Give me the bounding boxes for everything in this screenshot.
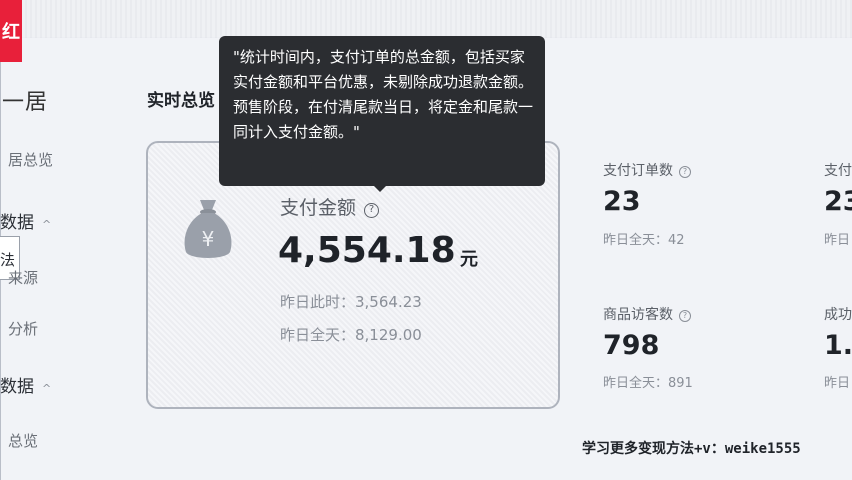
tooltip-arrow bbox=[373, 185, 387, 192]
metric-label-visitors: 商品访客数? bbox=[603, 304, 691, 324]
metric-sub-paid-truncated: 昨日 bbox=[824, 233, 851, 248]
metric-label-text: 商品访客数 bbox=[603, 307, 673, 323]
metric-value-visitors: 798 bbox=[603, 330, 660, 361]
metric-label-paid-truncated: 支付 bbox=[824, 163, 852, 179]
top-bar bbox=[0, 0, 852, 38]
help-icon[interactable]: ? bbox=[679, 310, 691, 322]
brand-logo-text: 红 bbox=[2, 22, 20, 43]
compare-yesterday-now: 昨日此时：3,564.23 bbox=[280, 293, 422, 311]
money-bag-icon: ¥ bbox=[184, 200, 232, 258]
metric-label-paid-orders: 支付订单数? bbox=[603, 160, 691, 180]
metric-sub-visitors: 昨日全天：891 bbox=[603, 376, 693, 391]
compare-yesterday-day: 昨日全天：8,129.00 bbox=[280, 326, 422, 344]
metric-sub-success-truncated: 昨日 bbox=[824, 376, 851, 391]
svg-text:¥: ¥ bbox=[202, 227, 215, 251]
metric-sub-paid-orders: 昨日全天：42 bbox=[603, 233, 685, 248]
metric-value-paid-truncated: 23 bbox=[824, 186, 852, 217]
sidebar-item-source[interactable]: 来源 bbox=[8, 267, 38, 288]
sidebar-title: 一居 bbox=[2, 90, 49, 115]
sidebar-item-overview[interactable]: 居总览 bbox=[8, 149, 53, 170]
watermark-text: 学习更多变现方法+v：weike1555 bbox=[582, 441, 801, 457]
sidebar-group-data-2[interactable]: 数据 ^ bbox=[0, 372, 51, 397]
metric-label-text: 支付订单数 bbox=[603, 163, 673, 179]
metric-value-paid-orders: 23 bbox=[603, 186, 641, 217]
help-icon[interactable]: ? bbox=[679, 166, 691, 178]
help-tooltip: "统计时间内，支付订单的总金额，包括买家实付金额和平台优惠，未剔除成功退款金额。… bbox=[219, 36, 545, 186]
metric-value-success-truncated: 1.0 bbox=[824, 330, 852, 361]
sidebar-group-data-1[interactable]: 数据 ^ bbox=[0, 208, 51, 233]
sidebar-item-summary[interactable]: 总览 bbox=[8, 430, 38, 451]
sidebar-group-label: 数据 bbox=[0, 377, 34, 397]
payment-amount-value: 4,554.18 bbox=[278, 230, 456, 271]
metric-label-success-truncated: 成功 bbox=[824, 307, 852, 323]
payment-amount-unit: 元 bbox=[460, 249, 478, 270]
help-icon[interactable]: ? bbox=[364, 203, 380, 218]
sidebar-item-analysis[interactable]: 分析 bbox=[8, 318, 38, 339]
sidebar-group-label: 数据 bbox=[0, 213, 34, 233]
payment-amount-label-text: 支付金额 bbox=[280, 197, 357, 219]
chevron-up-icon: ^ bbox=[42, 218, 52, 231]
payment-amount-label: 支付金额? bbox=[280, 193, 380, 220]
section-title: 实时总览 bbox=[147, 91, 215, 111]
chevron-up-icon: ^ bbox=[42, 382, 52, 395]
brand-logo: 红 bbox=[0, 0, 22, 62]
